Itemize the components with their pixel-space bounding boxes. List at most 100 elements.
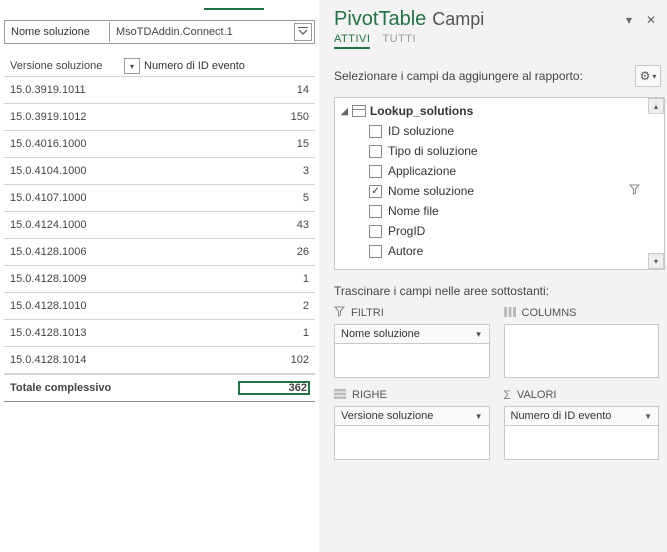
field-checkbox[interactable]: [369, 145, 382, 158]
field-label: Applicazione: [388, 164, 456, 178]
pivot-data-row[interactable]: 15.0.4016.100015: [4, 131, 315, 158]
row-version: 15.0.4128.1010: [10, 300, 239, 312]
row-version: 15.0.4016.1000: [10, 138, 239, 150]
field-list-box: ▴ ◢ Lookup_solutions ID soluzione Tipo di…: [334, 97, 665, 270]
field-checkbox[interactable]: [369, 205, 382, 218]
pane-options-dropdown-icon[interactable]: ▾: [621, 12, 637, 28]
values-drop-zone[interactable]: Σ VALORI Numero di ID evento ▼: [504, 388, 660, 460]
row-field-dropdown[interactable]: ▾: [124, 58, 140, 74]
row-count: 14: [239, 84, 309, 96]
field-list-layout-button[interactable]: ⚙ ▾: [635, 65, 661, 87]
tab-all-fields[interactable]: TUTTI: [382, 33, 416, 49]
row-count: 43: [239, 219, 309, 231]
tab-active-fields[interactable]: ATTIVI: [334, 33, 370, 49]
field-item[interactable]: ✓ Nome soluzione: [341, 181, 660, 201]
chevron-down-icon: ▼: [475, 330, 483, 339]
row-count: 1: [239, 327, 309, 339]
values-zone-label: VALORI: [517, 389, 557, 401]
drag-instruction: Trascinare i campi nelle aree sottostant…: [334, 284, 665, 298]
pivot-data-row[interactable]: 15.0.3919.1012150: [4, 104, 315, 131]
chevron-down-icon: ▼: [644, 412, 652, 421]
rows-drop-zone[interactable]: RIGHE Versione soluzione ▼: [334, 388, 490, 460]
scroll-down-button[interactable]: ▾: [648, 253, 664, 269]
field-select-instruction-row: Selezionare i campi da aggiungere al rap…: [334, 65, 665, 87]
field-item[interactable]: Applicazione: [341, 161, 660, 181]
chevron-down-icon: ▾: [652, 72, 656, 81]
field-checkbox[interactable]: ✓: [369, 185, 382, 198]
row-count: 1: [239, 273, 309, 285]
pivottable-fields-pane: PivotTable Campi ▾ ✕ ATTIVI TUTTI Selezi…: [322, 0, 667, 552]
pivot-data-row[interactable]: 15.0.4128.100626: [4, 239, 315, 266]
field-label: Autore: [388, 244, 423, 258]
worksheet-tab-accent: [204, 8, 264, 10]
filters-drop-zone[interactable]: FILTRI Nome soluzione ▼: [334, 306, 490, 378]
row-count: 2: [239, 300, 309, 312]
pivot-body: Versione soluzione ▾ Numero di ID evento…: [4, 54, 315, 402]
field-label: Nome soluzione: [388, 184, 474, 198]
row-count: 5: [239, 192, 309, 204]
field-list-tabs: ATTIVI TUTTI: [334, 33, 665, 49]
pivot-data-row[interactable]: 15.0.4124.100043: [4, 212, 315, 239]
funnel-icon: [334, 306, 345, 320]
field-label: ProgID: [388, 224, 425, 238]
rows-zone-item[interactable]: Versione soluzione ▼: [334, 406, 490, 426]
rows-zone-label: RIGHE: [352, 389, 387, 401]
field-label: Tipo di soluzione: [388, 144, 478, 158]
row-version: 15.0.4104.1000: [10, 165, 239, 177]
pivot-data-row[interactable]: 15.0.4128.1014102: [4, 347, 315, 374]
scroll-up-button[interactable]: ▴: [648, 98, 664, 114]
columns-icon: [504, 306, 516, 320]
field-item[interactable]: Tipo di soluzione: [341, 141, 660, 161]
field-checkbox[interactable]: [369, 165, 382, 178]
row-version: 15.0.3919.1011: [10, 84, 239, 96]
field-item[interactable]: ID soluzione: [341, 121, 660, 141]
funnel-icon: [629, 184, 640, 198]
row-count: 15: [239, 138, 309, 150]
pivot-data-row[interactable]: 15.0.4128.10102: [4, 293, 315, 320]
value-field-header: Numero di ID evento: [144, 60, 309, 72]
pane-header: PivotTable Campi ▾ ✕: [334, 8, 665, 31]
layout-drop-zones: FILTRI Nome soluzione ▼ COLUMNS: [334, 306, 665, 460]
row-count: 3: [239, 165, 309, 177]
report-filter-row: Nome soluzione MsoTDAddin.Connect.1: [4, 20, 315, 44]
pivot-data-row[interactable]: 15.0.4128.10131: [4, 320, 315, 347]
field-item[interactable]: Nome file: [341, 201, 660, 221]
gear-icon: ⚙: [640, 69, 651, 83]
table-node[interactable]: ◢ Lookup_solutions: [341, 104, 660, 121]
field-label: Nome file: [388, 204, 439, 218]
row-version: 15.0.4128.1013: [10, 327, 239, 339]
values-zone-item[interactable]: Numero di ID evento ▼: [504, 406, 660, 426]
field-checkbox[interactable]: [369, 225, 382, 238]
report-filter-dropdown[interactable]: [294, 23, 312, 41]
pane-subtitle: Campi: [432, 9, 484, 30]
pivot-data-rows: 15.0.3919.10111415.0.3919.101215015.0.40…: [4, 77, 315, 374]
row-version: 15.0.4128.1014: [10, 354, 239, 366]
field-checkbox[interactable]: [369, 245, 382, 258]
table-icon: [352, 105, 366, 117]
row-version: 15.0.4124.1000: [10, 219, 239, 231]
columns-zone-label: COLUMNS: [522, 307, 577, 319]
columns-drop-zone[interactable]: COLUMNS: [504, 306, 660, 378]
pivot-data-row[interactable]: 15.0.3919.101114: [4, 77, 315, 104]
field-checkbox[interactable]: [369, 125, 382, 138]
filters-zone-label: FILTRI: [351, 307, 384, 319]
grand-total-value[interactable]: 362: [239, 382, 309, 394]
row-version: 15.0.3919.1012: [10, 111, 239, 123]
row-version: 15.0.4107.1000: [10, 192, 239, 204]
close-icon[interactable]: ✕: [643, 12, 659, 28]
filters-zone-item[interactable]: Nome soluzione ▼: [334, 324, 490, 344]
grand-total-label: Totale complessivo: [10, 382, 239, 394]
field-item[interactable]: ProgID: [341, 221, 660, 241]
grand-total-row: Totale complessivo 362: [4, 374, 315, 402]
chevron-down-icon: ▼: [475, 412, 483, 421]
pivot-table-area: Nome soluzione MsoTDAddin.Connect.1 Vers…: [0, 0, 322, 552]
collapse-icon: ◢: [341, 106, 348, 117]
row-version: 15.0.4128.1006: [10, 246, 239, 258]
pivot-data-row[interactable]: 15.0.4104.10003: [4, 158, 315, 185]
sigma-icon: Σ: [504, 388, 511, 402]
pivot-data-row[interactable]: 15.0.4128.10091: [4, 266, 315, 293]
field-item[interactable]: Autore: [341, 241, 660, 261]
pivot-data-row[interactable]: 15.0.4107.10005: [4, 185, 315, 212]
filter-dropdown-icon: [298, 27, 308, 37]
row-count: 150: [239, 111, 309, 123]
